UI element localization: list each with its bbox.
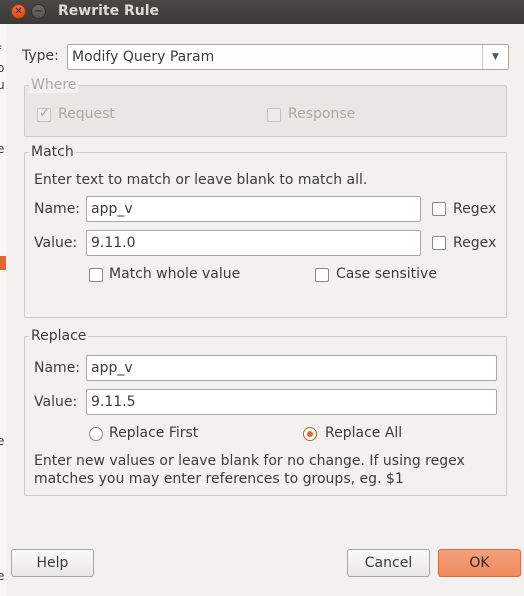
- replace-name-input[interactable]: [86, 355, 497, 381]
- type-label: Type:: [22, 48, 59, 64]
- close-icon[interactable]: ✕: [11, 4, 26, 19]
- match-value-input[interactable]: [86, 230, 421, 256]
- case-sensitive-label: Case sensitive: [336, 266, 437, 282]
- response-checkbox[interactable]: [267, 108, 281, 122]
- request-checkbox[interactable]: ✓: [37, 106, 51, 122]
- chevron-down-icon[interactable]: ▼: [482, 45, 508, 69]
- title-bar: ✕ − Rewrite Rule: [0, 0, 524, 24]
- replace-first-radio[interactable]: [89, 427, 103, 441]
- replace-all-label: Replace All: [325, 425, 403, 441]
- replace-name-label: Name:: [34, 360, 81, 376]
- replace-all-radio[interactable]: [303, 427, 317, 441]
- check-icon: ✓: [39, 106, 50, 121]
- replace-first-label: Replace First: [109, 425, 199, 441]
- match-name-label: Name:: [34, 201, 81, 217]
- match-name-regex-checkbox[interactable]: [432, 202, 446, 216]
- replace-value-label: Value:: [34, 394, 78, 410]
- response-label: Response: [288, 106, 356, 122]
- background-window-edge: f o u e e e: [0, 24, 6, 596]
- request-label: Request: [58, 106, 115, 122]
- case-sensitive-checkbox[interactable]: [315, 268, 329, 282]
- ok-button[interactable]: OK: [438, 549, 521, 577]
- window-title: Rewrite Rule: [58, 3, 160, 19]
- where-title: Where: [29, 77, 79, 93]
- match-whole-value-label: Match whole value: [109, 266, 241, 282]
- type-select[interactable]: Modify Query Param ▼: [67, 44, 509, 70]
- match-value-regex-checkbox[interactable]: [432, 236, 446, 250]
- minimize-icon[interactable]: −: [31, 4, 46, 19]
- match-value-label: Value:: [34, 235, 78, 251]
- replace-title: Replace: [29, 328, 89, 344]
- match-name-input[interactable]: [86, 196, 421, 222]
- match-hint: Enter text to match or leave blank to ma…: [34, 172, 368, 188]
- type-select-value: Modify Query Param: [72, 49, 215, 65]
- match-name-regex-label: Regex: [453, 201, 497, 217]
- replace-hint-line2: matches you may enter references to grou…: [34, 471, 404, 487]
- match-title: Match: [29, 144, 76, 160]
- match-value-regex-label: Regex: [453, 235, 497, 251]
- replace-hint-line1: Enter new values or leave blank for no c…: [34, 453, 465, 469]
- help-button[interactable]: Help: [11, 549, 94, 577]
- cancel-button[interactable]: Cancel: [347, 549, 430, 577]
- match-whole-value-checkbox[interactable]: [89, 268, 103, 282]
- replace-value-input[interactable]: [86, 389, 497, 415]
